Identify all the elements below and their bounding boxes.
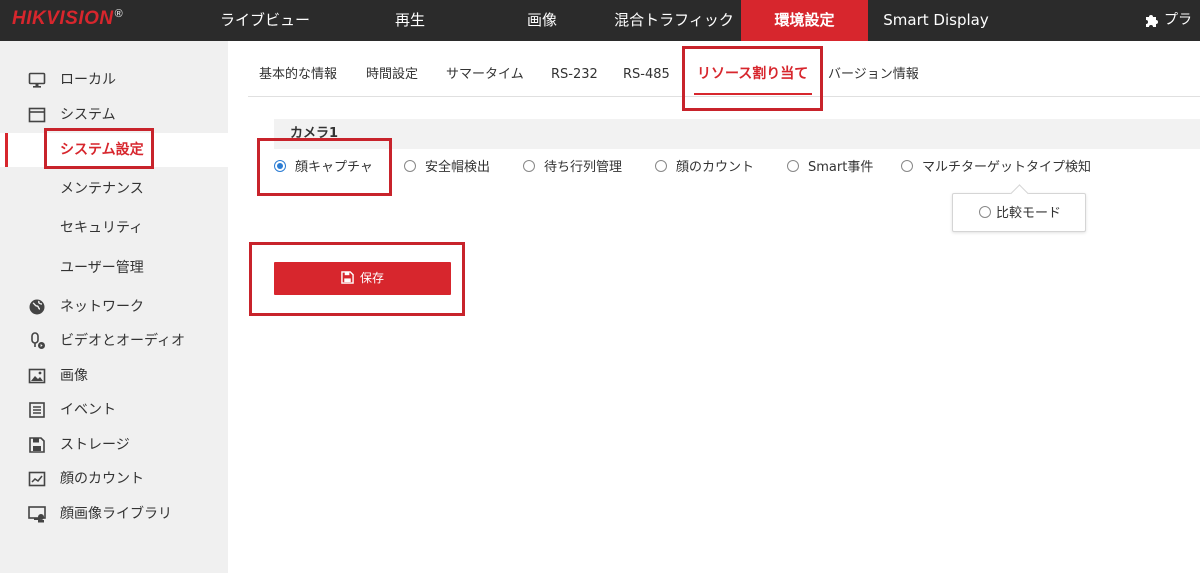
event-list-icon	[29, 402, 45, 418]
floppy-icon	[29, 437, 45, 453]
settings-tab-bar: 基本的な情報 時間設定 サマータイム RS-232 RS-485 リソース割り当…	[248, 42, 1200, 97]
radio-face-counting[interactable]: 顔のカウント	[655, 158, 754, 178]
nav-configuration[interactable]: 環境設定	[741, 0, 868, 41]
radio-dot	[655, 160, 667, 172]
save-button[interactable]: 保存	[274, 262, 451, 295]
radio-dot	[274, 160, 286, 172]
radio-smart-event[interactable]: Smart事件	[787, 158, 873, 178]
nav-playback[interactable]: 再生	[380, 0, 440, 41]
radio-dot	[787, 160, 799, 172]
sidebar-item-network[interactable]: ネットワーク	[0, 290, 228, 324]
sidebar-item-event[interactable]: イベント	[0, 393, 228, 427]
sidebar-item-face-counting[interactable]: 顔のカウント	[0, 462, 228, 496]
sidebar-item-storage[interactable]: ストレージ	[0, 428, 228, 462]
window-icon	[28, 107, 46, 123]
monitor-icon	[28, 72, 46, 88]
nav-live-view[interactable]: ライブビュー	[220, 0, 310, 41]
tab-rs485[interactable]: RS-485	[623, 42, 670, 97]
radio-dot	[901, 160, 913, 172]
radio-queue-management[interactable]: 待ち行列管理	[523, 158, 622, 178]
hikvision-logo[interactable]: HIKVISION®	[12, 8, 123, 30]
nav-picture[interactable]: 画像	[512, 0, 572, 41]
sidebar-item-video-audio[interactable]: ビデオとオーディオ	[0, 324, 228, 358]
tab-time-settings[interactable]: 時間設定	[366, 42, 418, 97]
sidebar-item-security[interactable]: セキュリティ	[0, 211, 228, 245]
radio-dot	[979, 206, 991, 218]
microphone-icon	[31, 332, 45, 349]
radio-face-capture[interactable]: 顔キャプチャ	[274, 158, 373, 178]
plugin-link[interactable]: プラ	[1144, 0, 1192, 41]
tab-version-info[interactable]: バージョン情報	[828, 42, 919, 97]
face-library-icon	[28, 506, 46, 523]
radio-dot	[404, 160, 416, 172]
sidebar-item-maintenance[interactable]: メンテナンス	[0, 172, 228, 206]
radio-dot	[523, 160, 535, 172]
tab-basic-info[interactable]: 基本的な情報	[259, 42, 337, 97]
sidebar: ローカル システム システム設定 メンテナンス セキュリティ ユーザー管理 ネッ…	[0, 41, 228, 573]
radio-multi-target-detection[interactable]: マルチターゲットタイプ検知	[901, 158, 1091, 178]
globe-icon	[29, 299, 45, 315]
tab-dst[interactable]: サマータイム	[446, 42, 524, 97]
nav-mixed-traffic[interactable]: 混合トラフィック	[606, 0, 742, 41]
tab-resource-allocation[interactable]: リソース割り当て	[693, 42, 813, 97]
camera-section-header: カメラ1	[274, 119, 1200, 149]
puzzle-icon	[1146, 15, 1158, 27]
sidebar-item-face-library[interactable]: 顔画像ライブラリ	[0, 497, 228, 531]
radio-comparison-mode[interactable]: 比較モード	[979, 204, 1061, 224]
sidebar-item-local[interactable]: ローカル	[0, 63, 228, 97]
sidebar-item-system[interactable]: システム	[0, 98, 228, 132]
image-icon	[28, 368, 46, 384]
sidebar-item-user-management[interactable]: ユーザー管理	[0, 251, 228, 285]
radio-hard-hat-detection[interactable]: 安全帽検出	[404, 158, 490, 178]
top-nav-bar: HIKVISION® ライブビュー 再生 画像 混合トラフィック 環境設定 Sm…	[0, 0, 1200, 41]
sidebar-item-image[interactable]: 画像	[0, 359, 228, 393]
comparison-mode-popup: 比較モード	[952, 193, 1086, 232]
tab-rs232[interactable]: RS-232	[551, 42, 598, 97]
sidebar-item-system-settings[interactable]: システム設定	[0, 133, 228, 167]
floppy-icon	[341, 271, 354, 284]
chart-icon	[28, 471, 46, 487]
nav-smart-display[interactable]: Smart Display	[880, 0, 992, 41]
